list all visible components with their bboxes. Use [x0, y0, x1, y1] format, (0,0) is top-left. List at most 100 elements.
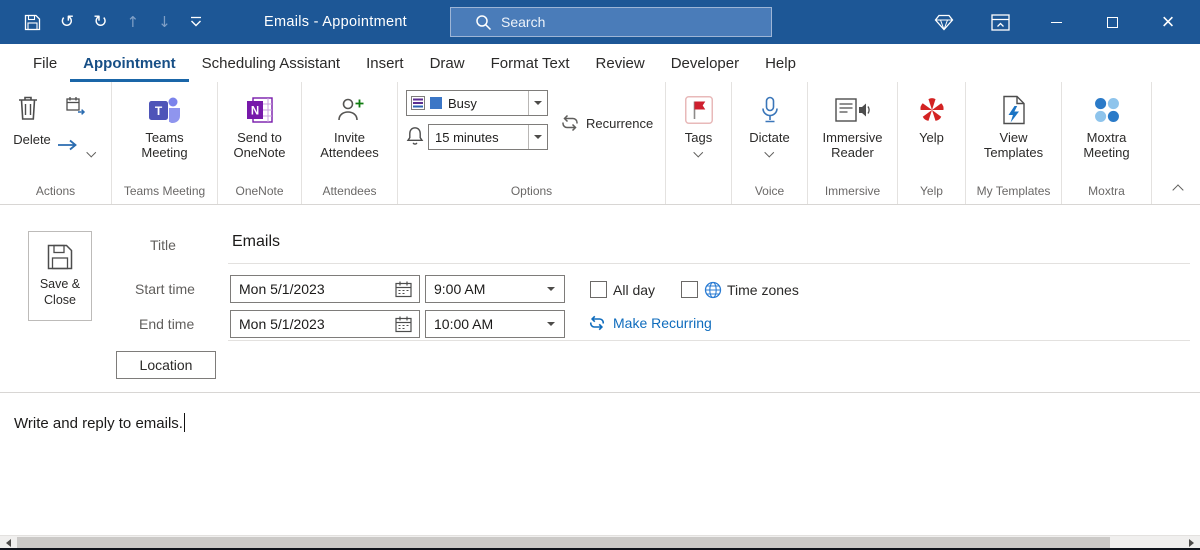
end-date-value: Mon 5/1/2023: [239, 316, 325, 332]
tab-format-text[interactable]: Format Text: [478, 44, 583, 82]
tab-developer[interactable]: Developer: [658, 44, 752, 82]
customize-toolbar-icon[interactable]: [190, 16, 202, 29]
yelp-button[interactable]: Yelp: [918, 90, 946, 146]
appointment-body-editor[interactable]: Write and reply to emails.: [0, 393, 1200, 535]
start-date-field[interactable]: Mon 5/1/2023: [230, 275, 420, 303]
time-zones-checkbox[interactable]: [681, 281, 698, 298]
ribbon-group-moxtra: Moxtra Meeting Moxtra: [1062, 82, 1152, 204]
search-icon: [475, 14, 492, 31]
group-label-onenote: OneNote: [235, 184, 284, 198]
group-label-moxtra: Moxtra: [1088, 184, 1125, 198]
view-templates-button[interactable]: View Templates: [977, 90, 1051, 161]
show-as-icon: [411, 96, 425, 110]
group-label-voice: Voice: [754, 184, 785, 198]
start-time-select[interactable]: 9:00 AM: [425, 275, 565, 303]
minimize-button[interactable]: [1028, 0, 1084, 44]
invite-attendees-icon: [335, 92, 365, 128]
moxtra-icon: [1091, 92, 1123, 128]
teams-meeting-button[interactable]: T Teams Meeting: [128, 90, 202, 161]
ribbon-group-onenote: N Send to OneNote OneNote: [218, 82, 302, 204]
forward-icon[interactable]: [66, 96, 86, 121]
ribbon-group-attendees: Invite Attendees Attendees: [302, 82, 398, 204]
redo-icon[interactable]: ↻: [93, 13, 107, 31]
tab-insert[interactable]: Insert: [353, 44, 417, 82]
recurrence-label: Recurrence: [586, 115, 654, 131]
tab-appointment[interactable]: Appointment: [70, 44, 188, 82]
svg-text:N: N: [250, 106, 258, 118]
reminder-value: 15 minutes: [435, 129, 499, 145]
location-label: Location: [139, 357, 193, 373]
titlebar-right-controls: ×: [916, 0, 1196, 44]
close-icon: ×: [1161, 9, 1175, 34]
end-date-field[interactable]: Mon 5/1/2023: [230, 310, 420, 338]
location-button[interactable]: Location: [116, 351, 216, 379]
show-as-dropdown-arrow[interactable]: [528, 91, 547, 115]
view-templates-icon: [1002, 92, 1026, 128]
time-zones-label: Time zones: [727, 282, 799, 298]
invite-attendees-button[interactable]: Invite Attendees: [313, 90, 387, 161]
dictate-button[interactable]: Dictate: [749, 90, 790, 157]
recurrence-button[interactable]: Recurrence: [560, 114, 653, 132]
reminder-select[interactable]: 15 minutes: [428, 124, 548, 150]
delete-button[interactable]: Delete: [4, 132, 60, 147]
next-item-icon: ↓: [158, 12, 171, 31]
save-icon[interactable]: [24, 14, 41, 31]
group-label-immersive: Immersive: [824, 184, 881, 198]
tab-scheduling-assistant[interactable]: Scheduling Assistant: [189, 44, 353, 82]
ribbon: Delete Actions T Teams Meeting Teams Mee…: [0, 82, 1200, 205]
tags-button[interactable]: Tags: [684, 90, 713, 157]
undo-icon[interactable]: ↺: [60, 13, 74, 31]
delete-icon[interactable]: [16, 94, 40, 127]
tab-review[interactable]: Review: [583, 44, 658, 82]
save-and-close-button[interactable]: Save & Close: [28, 231, 92, 321]
start-date-value: Mon 5/1/2023: [239, 281, 325, 297]
make-recurring-link[interactable]: Make Recurring: [588, 315, 712, 331]
ribbon-group-options: Busy 15 minutes Recurrence Options: [398, 82, 666, 204]
outlook-appointment-window: ↺ ↻ ↑ ↓ Emails - Appointment ×: [0, 0, 1200, 550]
group-label-my-templates: My Templates: [976, 184, 1051, 198]
ribbon-group-tags: Tags: [666, 82, 732, 204]
start-time-value: 9:00 AM: [434, 281, 486, 297]
close-button[interactable]: ×: [1140, 0, 1196, 44]
text-cursor: [183, 413, 186, 432]
send-to-onenote-button[interactable]: N Send to OneNote: [223, 90, 297, 161]
actions-dropdown-chevron-icon[interactable]: [86, 142, 96, 160]
ribbon-group-yelp: Yelp Yelp: [898, 82, 966, 204]
end-row-underline: [228, 340, 1190, 341]
make-recurring-icon: [588, 315, 606, 331]
immersive-reader-button[interactable]: Immersive Reader: [816, 90, 890, 161]
group-label-tags: [666, 183, 731, 204]
globe-icon: [704, 281, 722, 299]
horizontal-scrollbar-thumb[interactable]: [17, 537, 1110, 548]
menu-file[interactable]: File: [20, 44, 70, 82]
body-text: Write and reply to emails.: [14, 415, 183, 432]
show-as-select[interactable]: Busy: [406, 90, 548, 116]
make-recurring-label: Make Recurring: [613, 315, 712, 331]
search-input[interactable]: [501, 8, 771, 36]
ribbon-group-voice: Dictate Voice: [732, 82, 808, 204]
gem-icon[interactable]: [916, 0, 972, 44]
window-title: Emails - Appointment: [264, 14, 408, 30]
quick-access-toolbar: ↺ ↻ ↑ ↓: [24, 0, 202, 44]
tab-help[interactable]: Help: [752, 44, 809, 82]
search-box[interactable]: [450, 7, 772, 37]
tab-draw[interactable]: Draw: [417, 44, 478, 82]
forward-arrow-icon[interactable]: [56, 138, 80, 157]
calendar-picker-icon[interactable]: [395, 281, 412, 298]
title-input[interactable]: Emails: [232, 233, 280, 251]
horizontal-scrollbar[interactable]: [0, 535, 1200, 548]
all-day-checkbox[interactable]: [590, 281, 607, 298]
busy-color-swatch: [430, 97, 442, 109]
end-time-select[interactable]: 10:00 AM: [425, 310, 565, 338]
ribbon-display-options-icon[interactable]: [972, 0, 1028, 44]
reminder-dropdown-arrow[interactable]: [528, 125, 547, 149]
ribbon-group-teams-meeting: T Teams Meeting Teams Meeting: [112, 82, 218, 204]
dictate-mic-icon: [760, 92, 780, 128]
moxtra-meeting-button[interactable]: Moxtra Meeting: [1070, 90, 1144, 161]
maximize-button[interactable]: [1084, 0, 1140, 44]
menubar: File Appointment Scheduling Assistant In…: [0, 44, 1200, 82]
start-time-label: Start time: [135, 281, 195, 297]
group-label-yelp: Yelp: [920, 184, 943, 198]
calendar-picker-icon[interactable]: [395, 316, 412, 333]
title-label: Title: [150, 237, 176, 253]
